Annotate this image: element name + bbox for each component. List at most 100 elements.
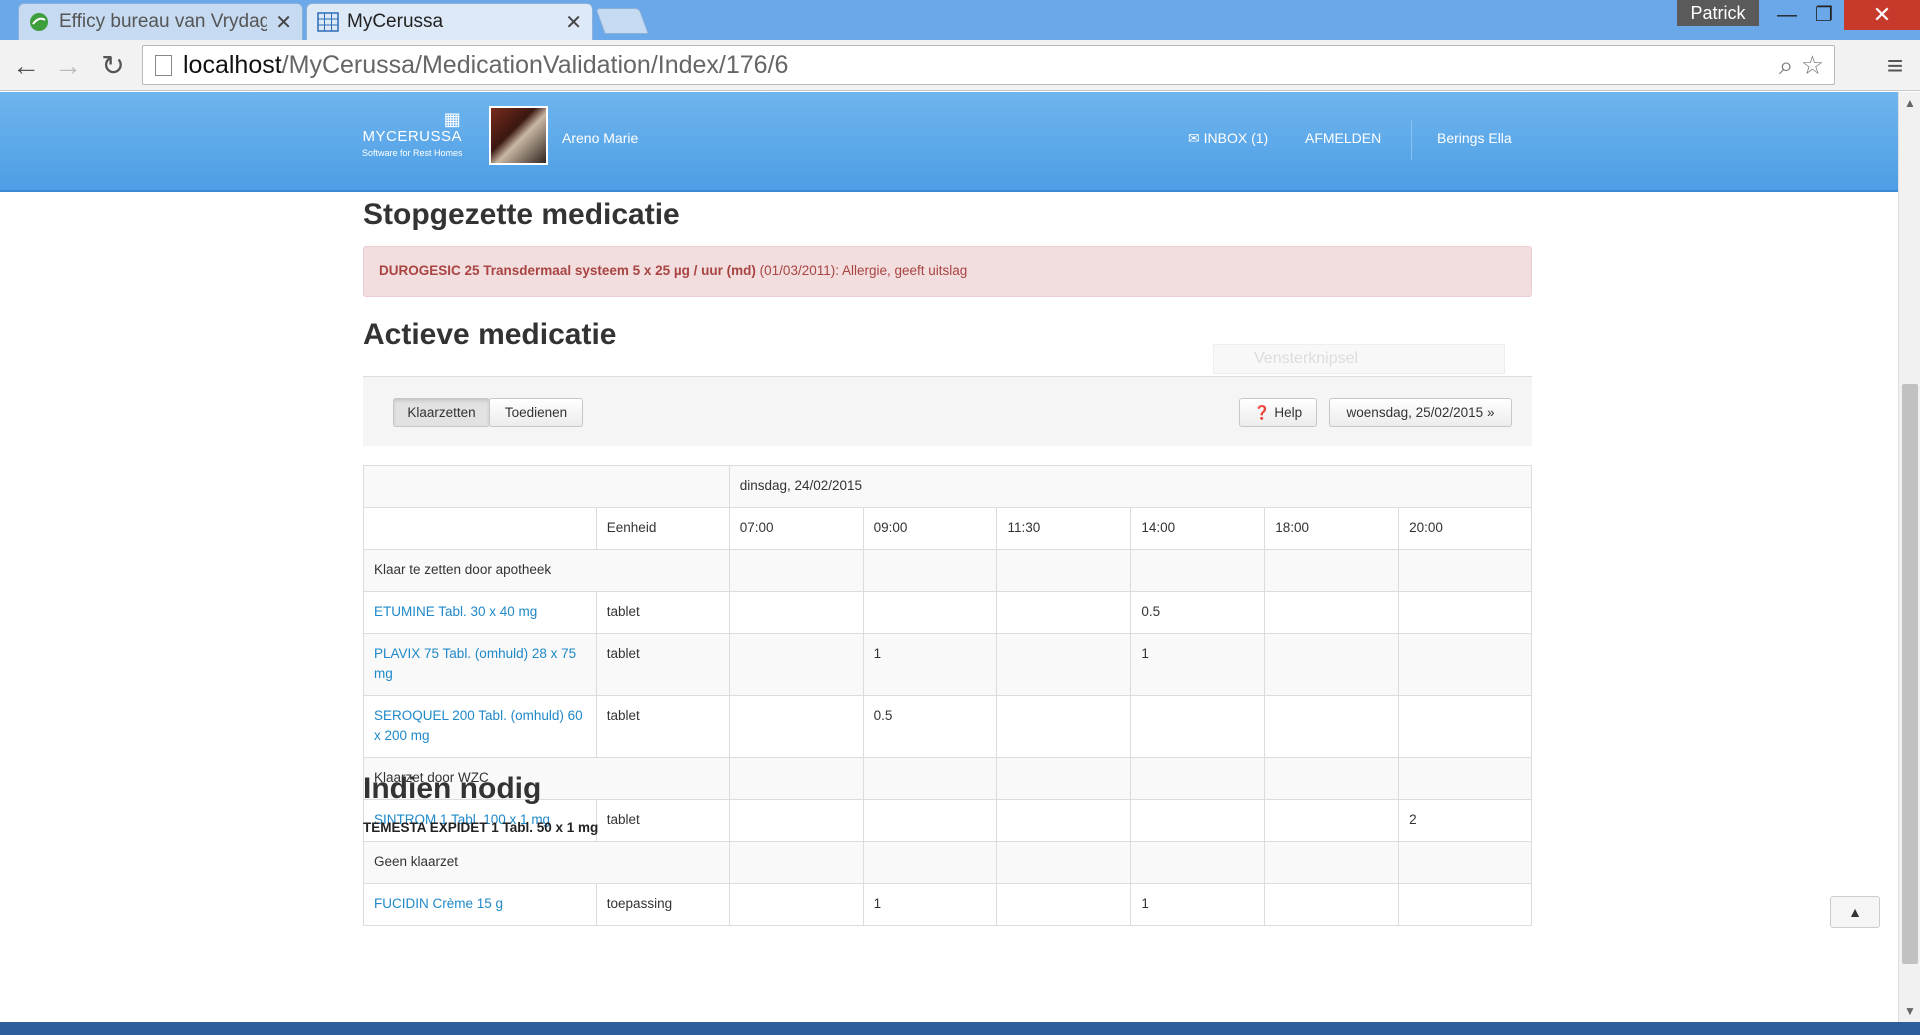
stopped-drug-name: DUROGESIC 25 Transdermaal systeem 5 x 25… (379, 263, 756, 278)
page-scrollbar[interactable]: ▲ ▼ (1898, 92, 1920, 1022)
dose-cell (728, 883, 864, 926)
medication-name-cell: PLAVIX 75 Tabl. (omhuld) 28 x 75 mg (363, 633, 597, 696)
stopped-drug-detail: (01/03/2011): Allergie, geeft uitslag (755, 263, 968, 278)
double-chevron-right-icon: » (1486, 405, 1495, 420)
hamburger-menu-icon[interactable]: ≡ (1880, 50, 1910, 81)
medication-name-cell: FUCIDIN Crème 15 g (363, 883, 597, 926)
dose-cell (996, 757, 1132, 800)
medication-row: ETUMINE Tabl. 30 x 40 mg tablet 0.5 (363, 591, 1532, 634)
address-bar[interactable]: localhost/MyCerussa/MedicationValidation… (142, 45, 1835, 85)
grid-icon (317, 12, 339, 32)
resident-avatar[interactable] (489, 106, 548, 165)
dose-cell (862, 799, 998, 842)
medication-row: SEROQUEL 200 Tabl. (omhuld) 60 x 200 mg t… (363, 695, 1532, 758)
dose-cell (728, 841, 864, 884)
dose-cell (1398, 695, 1532, 758)
snipping-tool-overlay: Vensterknipsel (1213, 344, 1505, 374)
dose-cell (1264, 799, 1400, 842)
dose-cell (996, 633, 1132, 696)
dose-cell (996, 591, 1132, 634)
inbox-link[interactable]: ✉ INBOX (1) (1188, 130, 1268, 147)
envelope-icon: ✉ (1188, 130, 1200, 146)
dose-cell: 0.5 (862, 695, 998, 758)
scroll-thumb[interactable] (1902, 384, 1918, 964)
back-to-top-button[interactable]: ▲ (1830, 896, 1880, 928)
brand-name: MYCERUSSA (362, 128, 463, 145)
back-arrow-icon[interactable]: ← (8, 48, 44, 84)
dose-cell (1130, 695, 1266, 758)
resident-name[interactable]: Areno Marie (562, 130, 638, 146)
dose-cell (996, 695, 1132, 758)
tab-strip: Efficy bureau van Vrydagh ✕ MyCerussa ✕ … (0, 0, 1920, 40)
medication-toolbar: Klaarzetten Toedienen ❓ Help woensdag, 2… (363, 376, 1532, 446)
prepare-tab-button[interactable]: Klaarzetten (393, 398, 490, 427)
url-path: /MyCerussa/MedicationValidation/Index/17… (281, 50, 789, 79)
new-tab-button[interactable] (595, 8, 649, 34)
app-grid-icon: ▦ (443, 109, 461, 129)
dose-cell (862, 757, 998, 800)
medication-link[interactable]: PLAVIX 75 Tabl. (omhuld) 28 x 75 mg (374, 646, 576, 681)
group-row: Geen klaarzet (363, 841, 1532, 884)
reload-icon[interactable]: ↻ (95, 48, 131, 84)
browser-tab-mycerussa[interactable]: MyCerussa ✕ (306, 3, 593, 40)
administer-tab-button[interactable]: Toedienen (489, 398, 583, 427)
help-button[interactable]: ❓ Help (1239, 398, 1317, 427)
dose-cell: 0.5 (1130, 591, 1266, 634)
maximize-button[interactable]: ❐ (1807, 0, 1841, 30)
window-close-button[interactable]: ✕ (1844, 0, 1920, 30)
dose-cell (1264, 695, 1400, 758)
dose-cell: 1 (862, 633, 998, 696)
dose-cell: 1 (862, 883, 998, 926)
dose-cell (1398, 633, 1532, 696)
forward-arrow-icon[interactable]: → (50, 48, 86, 84)
time-header: 09:00 (862, 507, 998, 550)
dose-cell (728, 799, 864, 842)
profile-button[interactable]: Patrick (1677, 0, 1759, 26)
stopped-medication-alert: DUROGESIC 25 Transdermaal systeem 5 x 25… (363, 246, 1532, 297)
group-label: Geen klaarzet (363, 841, 730, 884)
next-day-button[interactable]: woensdag, 25/02/2015 » (1329, 398, 1512, 427)
url-host: localhost (183, 50, 282, 79)
dose-cell (1398, 591, 1532, 634)
dose-cell (996, 799, 1132, 842)
dose-cell (1130, 757, 1266, 800)
as-needed-item: TEMESTA EXPIDET 1 Tabl. 50 x 1 mg (363, 820, 599, 835)
tab-title: MyCerussa (347, 11, 444, 32)
scroll-down-arrow-icon[interactable]: ▼ (1899, 1004, 1920, 1018)
dose-cell: 1 (1130, 633, 1266, 696)
logout-link[interactable]: AFMELDEN (1305, 130, 1381, 146)
bookmark-star-icon[interactable]: ☆ (1801, 50, 1824, 80)
search-icon[interactable]: ⌕ (1779, 50, 1794, 80)
time-header: 14:00 (1130, 507, 1266, 550)
brand-logo[interactable]: ▦ MYCERUSSA Software for Rest Homes (362, 110, 463, 158)
user-name[interactable]: Berings Ella (1437, 130, 1512, 146)
group-label: Klaar te zetten door apotheek (363, 549, 730, 592)
time-header: 20:00 (1398, 507, 1532, 550)
dose-cell (996, 549, 1132, 592)
dose-cell (1130, 841, 1266, 884)
medication-link[interactable]: FUCIDIN Crème 15 g (374, 896, 503, 911)
group-row: Klaar te zetten door apotheek (363, 549, 1532, 592)
medication-link[interactable]: SEROQUEL 200 Tabl. (omhuld) 60 x 200 mg (374, 708, 583, 743)
dose-cell (1398, 757, 1532, 800)
dose-cell (862, 841, 998, 884)
close-tab-icon[interactable]: ✕ (275, 10, 292, 35)
medication-link[interactable]: ETUMINE Tabl. 30 x 40 mg (374, 604, 537, 619)
dose-cell (996, 883, 1132, 926)
dose-cell (1398, 549, 1532, 592)
dose-cell (1264, 841, 1400, 884)
browser-tab-efficy[interactable]: Efficy bureau van Vrydagh ✕ (18, 3, 303, 40)
table-header-date-row: dinsdag, 24/02/2015 (363, 465, 1533, 508)
minimize-button[interactable]: — (1770, 0, 1804, 30)
dose-cell: 2 (1398, 799, 1532, 842)
scroll-up-arrow-icon[interactable]: ▲ (1899, 96, 1920, 110)
close-tab-icon[interactable]: ✕ (565, 10, 582, 35)
time-header: 18:00 (1264, 507, 1400, 550)
dose-cell (1130, 799, 1266, 842)
unit-cell: tablet (595, 633, 730, 696)
inbox-label: INBOX (1) (1203, 130, 1269, 146)
efficy-icon (29, 12, 49, 32)
medication-row: PLAVIX 75 Tabl. (omhuld) 28 x 75 mg table… (363, 633, 1532, 696)
browser-toolbar: ← → ↻ localhost/MyCerussa/MedicationVali… (0, 40, 1920, 91)
dose-cell (728, 591, 864, 634)
